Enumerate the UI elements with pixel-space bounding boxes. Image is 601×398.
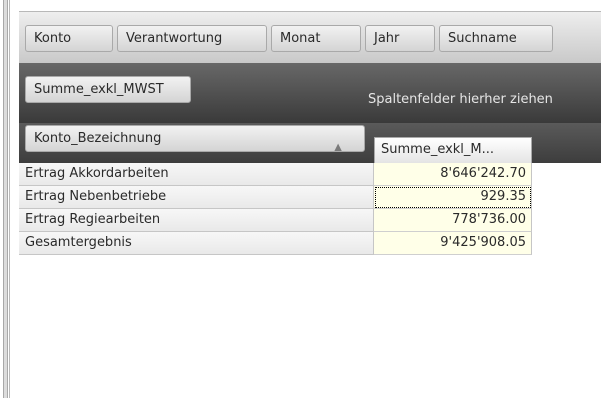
filter-field-monat[interactable]: Monat [271, 25, 361, 52]
filter-field-jahr[interactable]: Jahr [365, 25, 435, 52]
value-cell[interactable]: 778'736.00 [374, 209, 532, 232]
filter-field-konto[interactable]: Konto [25, 25, 113, 52]
grand-total-value[interactable]: 9'425'908.05 [374, 232, 532, 255]
filter-field-suchname[interactable]: Suchname [439, 25, 553, 52]
column-drop-hint: Spaltenfelder hierher ziehen [368, 92, 553, 107]
left-splitter[interactable] [0, 0, 10, 398]
data-field-summe[interactable]: Summe_exkl_MWST [25, 76, 191, 103]
sort-ascending-icon[interactable]: ▲ [334, 135, 342, 151]
filter-area: Konto Verantwortung Monat Jahr Suchname [19, 11, 601, 63]
grand-total-label[interactable]: Gesamtergebnis [19, 232, 374, 255]
row-label[interactable]: Ertrag Nebenbetriebe [19, 186, 374, 209]
pivot-grid: Konto Verantwortung Monat Jahr Suchname … [10, 0, 601, 398]
column-header-summe[interactable]: Summe_exkl_M... [374, 137, 532, 163]
row-field-konto-bezeichnung[interactable]: Konto_Bezeichnung ▲ [25, 125, 365, 152]
row-field-label: Konto_Bezeichnung [34, 131, 162, 146]
row-label[interactable]: Ertrag Regiearbeiten [19, 209, 374, 232]
value-cell[interactable]: 8'646'242.70 [374, 163, 532, 186]
filter-field-verantwortung[interactable]: Verantwortung [117, 25, 267, 52]
value-cell-focused[interactable]: 929.35 [374, 186, 532, 209]
row-label[interactable]: Ertrag Akkordarbeiten [19, 163, 374, 186]
